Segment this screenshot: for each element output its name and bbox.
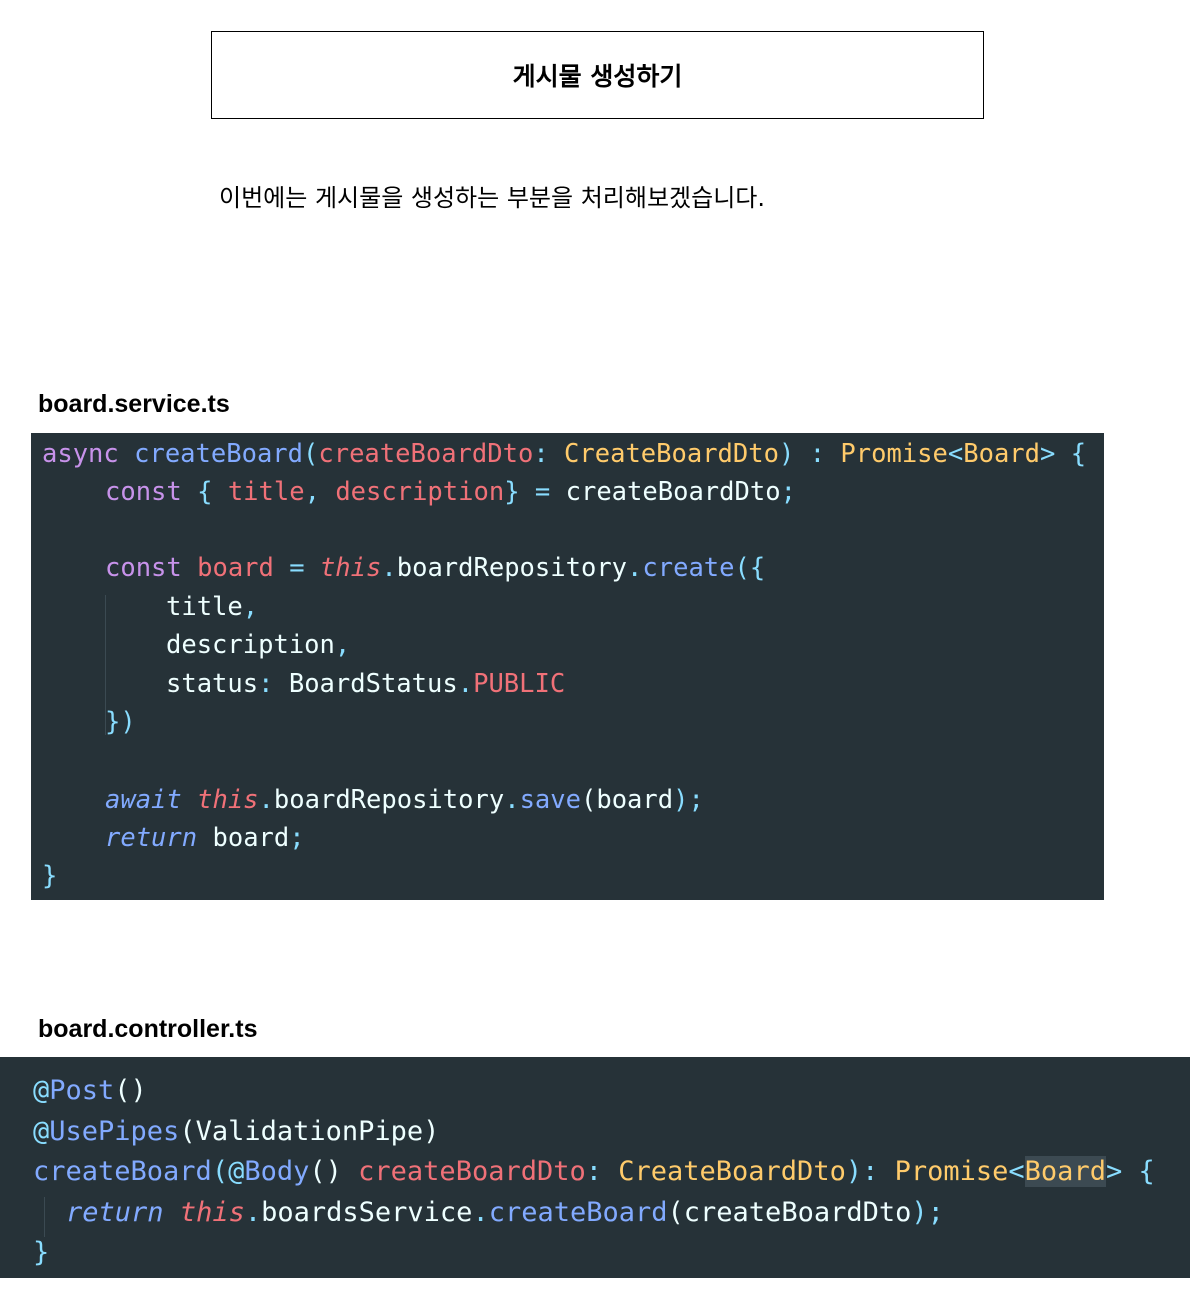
code-line: }): [105, 707, 136, 737]
intro-paragraph: 이번에는 게시물을 생성하는 부분을 처리해보겠습니다.: [219, 184, 765, 212]
code-line: const board = this.boardRepository.creat…: [105, 553, 766, 583]
controller-code-block: @Post() @UsePipes(ValidationPipe) create…: [0, 1057, 1190, 1278]
title-box: 게시물 생성하기: [211, 31, 984, 119]
indent-guide: [44, 1197, 45, 1237]
code-line: const { title, description} = createBoar…: [105, 477, 796, 507]
code-line: @Post(): [33, 1075, 147, 1106]
code-line: await this.boardRepository.save(board);: [105, 785, 704, 815]
controller-filename: board.controller.ts: [38, 1015, 258, 1043]
service-filename: board.service.ts: [38, 390, 230, 418]
code-line: title,: [166, 592, 259, 622]
code-line: status: BoardStatus.PUBLIC: [166, 669, 566, 699]
code-line: @UsePipes(ValidationPipe): [33, 1116, 440, 1147]
code-line: }: [42, 861, 58, 891]
code-line: description,: [166, 630, 351, 660]
code-line: }: [33, 1237, 50, 1268]
highlighted-token: Board: [1024, 1156, 1106, 1187]
page-title: 게시물 생성하기: [512, 62, 683, 91]
code-line: return this.boardsService.createBoard(cr…: [66, 1197, 944, 1228]
code-line: async createBoard(createBoardDto: Create…: [42, 439, 1087, 469]
service-code-block: async createBoard(createBoardDto: Create…: [31, 433, 1104, 900]
code-line: createBoard(@Body() createBoardDto: Crea…: [33, 1156, 1155, 1187]
code-line: return board;: [105, 823, 305, 853]
